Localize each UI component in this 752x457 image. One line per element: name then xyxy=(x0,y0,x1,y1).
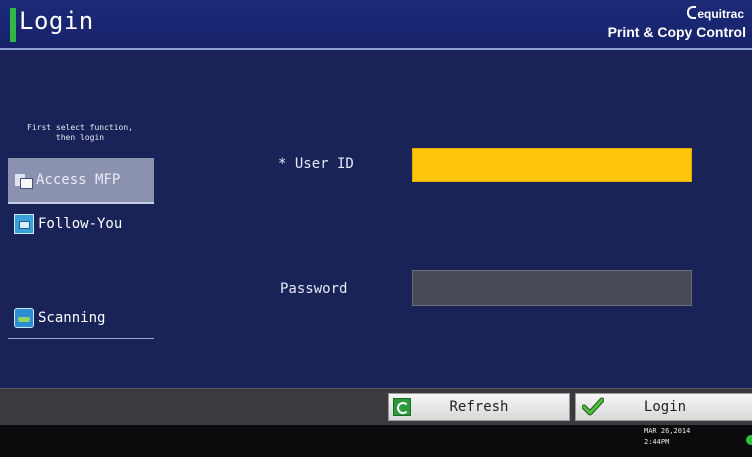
sidebar-item-label: Access MFP xyxy=(36,172,121,188)
sidebar-item-access-mfp[interactable]: Access MFP xyxy=(8,158,154,204)
sidebar-item-label: Follow-You xyxy=(38,216,123,232)
follow-you-icon xyxy=(14,214,34,234)
header: Login equitrac Print & Copy Control xyxy=(0,0,752,50)
status-indicator-icon xyxy=(746,435,752,445)
login-button-label: Login xyxy=(643,399,687,415)
sidebar-caption-line1: First select function, xyxy=(27,123,133,132)
brand-name: Print & Copy Control xyxy=(607,24,746,40)
password-input[interactable] xyxy=(412,270,692,306)
login-button[interactable]: Login xyxy=(575,393,752,421)
title-accent-bar xyxy=(10,8,16,42)
password-label: Password xyxy=(280,281,348,297)
sidebar-item-follow-you[interactable]: Follow-You xyxy=(8,204,154,244)
sidebar-item-scanning[interactable]: Scanning xyxy=(8,298,154,339)
logo-mark-icon xyxy=(687,6,697,19)
sidebar-item-label: Scanning xyxy=(38,310,106,326)
refresh-button[interactable]: Refresh xyxy=(388,393,570,421)
scanning-icon xyxy=(14,308,34,328)
button-bar: Refresh Login xyxy=(0,388,752,425)
refresh-button-label: Refresh xyxy=(449,399,509,415)
access-mfp-icon xyxy=(14,171,33,189)
sidebar-caption-line2: then login xyxy=(55,133,105,142)
status-date: MAR 26,2014 xyxy=(644,427,691,435)
status-time: 2:44PM xyxy=(644,438,670,446)
brand-logo: equitrac xyxy=(687,6,744,21)
screen: Login equitrac Print & Copy Control Firs… xyxy=(0,0,752,457)
user-id-label: * User ID xyxy=(278,156,354,172)
page-title: Login xyxy=(19,7,94,35)
sidebar-caption: First select function, then login xyxy=(10,123,150,143)
brand-logo-text: equitrac xyxy=(697,7,744,21)
user-id-input[interactable] xyxy=(412,148,692,182)
datetime: MAR 26,2014 2:44PM xyxy=(644,426,690,448)
status-bar: MAR 26,2014 2:44PM xyxy=(0,425,752,457)
